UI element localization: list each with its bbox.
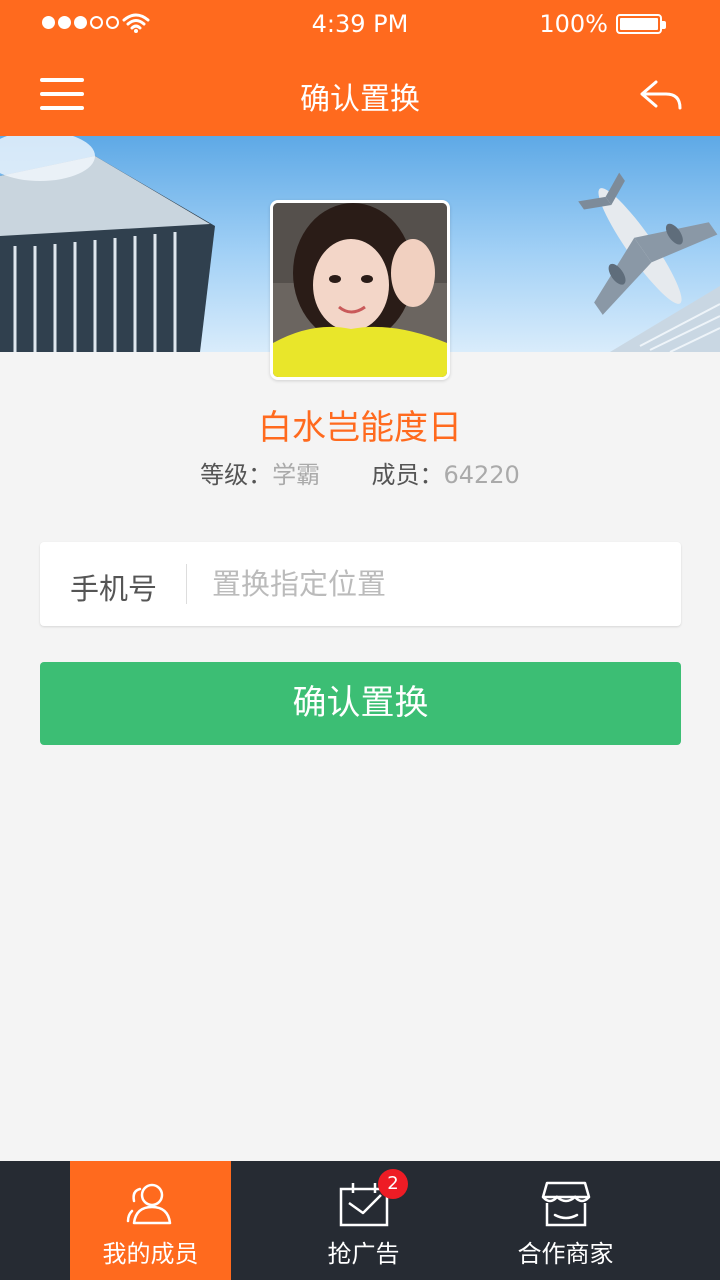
status-time: 4:39 PM xyxy=(311,10,409,38)
page-title: 确认置换 xyxy=(300,82,420,117)
profile-name: 白水岂能度日 xyxy=(258,408,462,448)
tab-label: 抢广告 xyxy=(327,1240,400,1268)
phone-field: 手机号 xyxy=(40,542,681,626)
avatar[interactable] xyxy=(270,200,450,380)
tab-partner-merchants[interactable]: 合作商家 xyxy=(485,1161,646,1280)
navbar: 确认置换 xyxy=(0,52,720,136)
header: 4:39 PM 100% 确认置换 xyxy=(0,0,720,136)
confirm-swap-button[interactable]: 确认置换 xyxy=(40,662,681,745)
field-divider xyxy=(186,564,187,604)
level-value: 学霸 xyxy=(272,461,321,489)
battery-icon xyxy=(616,14,666,34)
members-icon xyxy=(126,1183,171,1225)
profile-meta: 等级：学霸 成员：64220 xyxy=(0,455,720,490)
tab-bar: 我的成员 2 抢广告 合作商家 xyxy=(0,1161,720,1280)
notification-badge: 2 xyxy=(378,1169,408,1199)
members-label: 成员： xyxy=(371,461,444,489)
app-screen: 4:39 PM 100% 确认置换 白水岂能度日 等级：学霸 成员：64220 … xyxy=(0,0,720,1280)
tab-label: 合作商家 xyxy=(517,1240,614,1268)
tab-grab-ads[interactable]: 2 抢广告 xyxy=(283,1161,444,1280)
reply-arrow-icon[interactable] xyxy=(636,74,684,114)
level-label: 等级： xyxy=(200,461,273,489)
status-bar: 4:39 PM 100% xyxy=(0,0,720,48)
tab-label: 我的成员 xyxy=(102,1240,199,1268)
phone-input[interactable] xyxy=(212,558,652,610)
tab-my-members[interactable]: 我的成员 xyxy=(70,1161,231,1280)
store-icon xyxy=(541,1181,590,1227)
phone-field-label: 手机号 xyxy=(70,572,158,606)
members-value: 64220 xyxy=(443,461,520,489)
battery-percent: 100% xyxy=(539,10,608,38)
